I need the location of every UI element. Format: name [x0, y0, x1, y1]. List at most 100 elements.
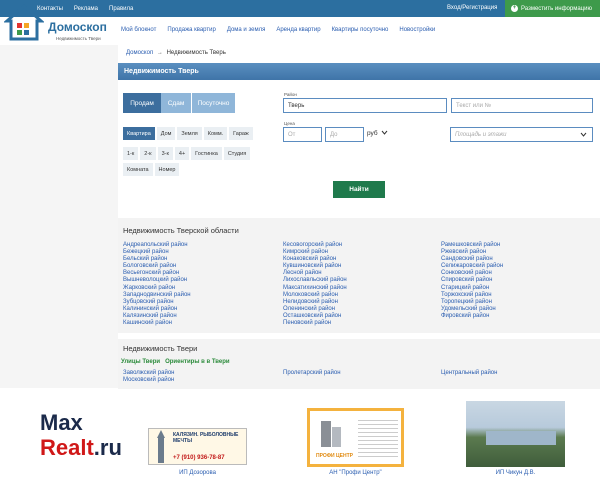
- tab-streets[interactable]: Улицы Твери: [121, 359, 160, 365]
- deal-tabs: Продам Сдам Посуточно: [123, 93, 235, 113]
- rooms-3[interactable]: 3-к: [157, 147, 173, 160]
- logo-name[interactable]: Домоскоп: [48, 20, 107, 34]
- region-link[interactable]: Фировский район: [441, 313, 503, 320]
- region-link[interactable]: Удомельский район: [441, 306, 503, 313]
- watermark-part2: Realt: [40, 435, 94, 460]
- breadcrumb-home[interactable]: Домоскоп: [126, 50, 153, 56]
- ad-text: ПРОФИ ЦЕНТР: [316, 453, 353, 459]
- region-link[interactable]: Жарковский район: [123, 285, 191, 292]
- breadcrumb: Домоскоп → Недвижимость Тверь: [126, 50, 226, 56]
- menu-rent-apartments[interactable]: Аренда квартир: [276, 27, 320, 33]
- menu-daily-apartments[interactable]: Квартиры посуточно: [332, 27, 389, 33]
- main-menu: Мой блокнот Продажа квартир Дома и земля…: [121, 27, 435, 33]
- region-link[interactable]: Торопецкий район: [441, 299, 503, 306]
- district-link[interactable]: Пролетарский район: [283, 370, 341, 377]
- region-link[interactable]: Калязинский район: [123, 313, 191, 320]
- tver-section: Недвижимость Твери Улицы Твери Ориентиры…: [118, 339, 600, 389]
- price-to-input[interactable]: До: [325, 127, 364, 142]
- ad-phone: +7 (910) 936-78-87: [173, 455, 225, 461]
- currency-select[interactable]: руб: [367, 130, 388, 137]
- house-logo-icon[interactable]: [4, 3, 44, 43]
- tab-rent[interactable]: Сдам: [161, 93, 191, 113]
- region-link[interactable]: Максатихинский район: [283, 285, 347, 292]
- ad-banner-profi[interactable]: ПРОФИ ЦЕНТР: [307, 408, 404, 467]
- page-title-bar: Недвижимость Тверь: [118, 63, 600, 80]
- ad-caption-3[interactable]: ИП Чикун Д.В.: [466, 470, 565, 476]
- region-link[interactable]: Лихославльский район: [283, 277, 347, 284]
- ad-banner-dozorova[interactable]: КАЛЯЗИН. РЫБОЛОВНЫЕ МЕЧТЫ +7 (910) 936-7…: [148, 428, 247, 465]
- room-filters: 1-к 2-к 3-к 4+ Гостинка Студия: [123, 147, 251, 160]
- property-types: Квартира Дом Земля Комм. Гараж: [123, 127, 253, 140]
- text-search-input[interactable]: Текст или №: [451, 98, 593, 113]
- district-link[interactable]: Центральный район: [441, 370, 497, 377]
- region-link[interactable]: Кашинский район: [123, 320, 191, 327]
- region-link[interactable]: Калининский район: [123, 306, 191, 313]
- region-link[interactable]: Западнодвинский район: [123, 292, 191, 299]
- tver-column-1: Заволжский район Московский район: [123, 370, 174, 384]
- maxrealt-logo: Max Realt.ru: [40, 410, 122, 460]
- login-link[interactable]: Вход/Регистрация: [447, 5, 497, 11]
- type-apartment[interactable]: Квартира: [123, 127, 155, 140]
- menu-houses-land[interactable]: Дома и земля: [227, 27, 266, 33]
- river-photo: [486, 431, 556, 445]
- area-floors-select[interactable]: Площадь и этажи: [450, 127, 593, 142]
- region-link[interactable]: Вышневолоцкий район: [123, 277, 191, 284]
- region-link[interactable]: Спировский район: [441, 277, 503, 284]
- ad-banner-chikun[interactable]: [466, 401, 565, 467]
- plus-icon: +: [511, 5, 518, 12]
- menu-new-buildings[interactable]: Новостройки: [399, 27, 435, 33]
- rooms-gostinka[interactable]: Гостинка: [191, 147, 222, 160]
- logo-tagline: Недвижимость Твери: [56, 36, 101, 41]
- tab-daily[interactable]: Посуточно: [191, 93, 235, 113]
- tver-title: Недвижимость Твери: [123, 344, 198, 353]
- ad-caption-2[interactable]: АН "Профи Центр": [307, 470, 404, 476]
- left-sidebar: [0, 45, 118, 388]
- price-from-input[interactable]: От: [283, 127, 322, 142]
- regions-section: Недвижимость Тверской области Андреаполь…: [118, 218, 600, 333]
- ad-caption-1[interactable]: ИП Дозорова: [148, 470, 247, 476]
- post-listing-button[interactable]: + Разместить информацию: [505, 0, 600, 17]
- type-garage[interactable]: Гараж: [229, 127, 253, 140]
- post-listing-label: Разместить информацию: [521, 5, 592, 12]
- tver-column-2: Пролетарский район: [283, 370, 341, 377]
- top-nav-ads[interactable]: Реклама: [74, 6, 98, 12]
- region-input[interactable]: Тверь: [283, 98, 447, 113]
- district-link[interactable]: Московский район: [123, 377, 174, 384]
- rooms-2[interactable]: 2-к: [140, 147, 156, 160]
- region-link[interactable]: Оленинский район: [283, 306, 347, 313]
- region-link[interactable]: Нелидовский район: [283, 299, 347, 306]
- region-link[interactable]: Осташковский район: [283, 313, 347, 320]
- rooms-room[interactable]: Комната: [123, 163, 153, 176]
- regions-title: Недвижимость Тверской области: [123, 226, 239, 235]
- region-link[interactable]: Пеновский район: [283, 320, 347, 327]
- rooms-1[interactable]: 1-к: [123, 147, 139, 160]
- find-button[interactable]: Найти: [333, 181, 385, 198]
- region-link[interactable]: Молоковский район: [283, 292, 347, 299]
- tab-landmarks[interactable]: Ориентиры в в Твери: [165, 359, 230, 365]
- tver-tabs: Улицы Твери Ориентиры в в Твери: [121, 359, 230, 365]
- region-link[interactable]: Зубцовский район: [123, 299, 191, 306]
- building-icon: [321, 421, 341, 447]
- tab-sell[interactable]: Продам: [123, 93, 161, 113]
- regions-column-2: Кесовогорский район Кимрский район Конаков…: [283, 242, 347, 327]
- bell-tower-icon: [157, 430, 165, 463]
- region-link[interactable]: Торжокский район: [441, 292, 503, 299]
- price-label: Цена: [284, 121, 295, 126]
- region-link[interactable]: Старицкий район: [441, 285, 503, 292]
- currency-label: руб: [367, 130, 378, 137]
- type-commercial[interactable]: Комм.: [203, 127, 228, 140]
- top-nav-rules[interactable]: Правила: [109, 6, 133, 12]
- type-house[interactable]: Дом: [156, 127, 176, 140]
- watermark-part1: Max: [40, 410, 83, 435]
- rooms-studio[interactable]: Студия: [223, 147, 251, 160]
- rooms-4plus[interactable]: 4+: [174, 147, 190, 160]
- breadcrumb-current: Недвижимость Тверь: [166, 50, 226, 56]
- top-nav: Контакты Реклама Правила: [37, 0, 133, 17]
- menu-notebook[interactable]: Мой блокнот: [121, 27, 156, 33]
- region-label: Район: [284, 92, 297, 97]
- type-land[interactable]: Земля: [177, 127, 202, 140]
- menu-sale-apartments[interactable]: Продажа квартир: [167, 27, 215, 33]
- rooms-number[interactable]: Номер: [154, 163, 180, 176]
- regions-column-1: Андреапольский район Бежецкий район Бельск…: [123, 242, 191, 327]
- watermark-part3: .ru: [93, 435, 122, 460]
